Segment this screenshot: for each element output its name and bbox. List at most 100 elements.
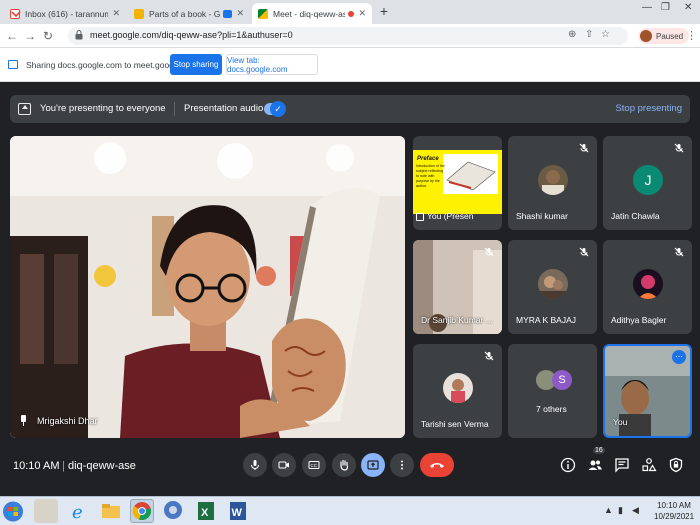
close-icon[interactable]: ✕: [358, 8, 366, 19]
camera-icon: [278, 461, 289, 469]
leave-call-button[interactable]: [420, 453, 454, 477]
present-now-button[interactable]: [361, 453, 385, 477]
word-icon[interactable]: W: [226, 499, 250, 523]
presenting-message: You're presenting to everyone: [40, 103, 166, 114]
minimize-icon[interactable]: —: [642, 2, 652, 13]
participant-name: Mrigakshi Dhar: [20, 415, 98, 426]
view-tab-button[interactable]: View tab: docs.google.com: [226, 54, 318, 75]
close-icon[interactable]: ✕: [112, 8, 120, 19]
clock-date: 10/29/2021: [654, 512, 695, 521]
tab-gmail[interactable]: Inbox (616) - tarannum@theind ✕: [4, 3, 126, 24]
meet-icon: [258, 8, 268, 19]
avatar: [633, 269, 663, 299]
tile-name: 7 others: [536, 404, 567, 414]
volume-icon[interactable]: ◀: [632, 505, 639, 516]
meeting-time: 10:10 AM: [13, 460, 60, 472]
gmail-icon: [10, 8, 21, 19]
raise-hand-button[interactable]: [332, 453, 356, 477]
present-icon: [416, 213, 424, 221]
avatar: [538, 269, 568, 299]
svg-text:e: e: [72, 502, 83, 523]
excel-icon[interactable]: X: [194, 499, 218, 523]
captions-icon: CC: [308, 461, 320, 469]
system-clock[interactable]: 10:10 AM 10/29/2021: [654, 500, 694, 522]
avatar: J: [633, 165, 663, 195]
tray-arrow-icon[interactable]: ▲: [604, 505, 613, 515]
participant-name-label: Mrigakshi Dhar: [37, 415, 98, 426]
browser-menu-icon[interactable]: ⋮: [686, 29, 697, 42]
people-icon[interactable]: [587, 457, 603, 473]
omnibox[interactable]: meet.google.com/diq-qeww-ase?pli=1&authu…: [68, 27, 628, 45]
presentation-audio-toggle[interactable]: ✓: [264, 101, 286, 117]
participant-tile-you-presentation[interactable]: Preface Introduction of the subject refl…: [413, 136, 502, 230]
tab-meet[interactable]: Meet - diq-qeww-ase ✕: [252, 3, 372, 24]
stop-presenting-button[interactable]: Stop presenting: [615, 103, 682, 114]
start-button-icon[interactable]: [0, 499, 26, 524]
reload-icon[interactable]: ↻: [41, 29, 55, 43]
screen-share-icon: [8, 60, 18, 69]
avatar: [443, 373, 473, 403]
participant-tile-myra-k-bajaj[interactable]: MYRA K BAJAJ: [508, 240, 597, 334]
chat-icon[interactable]: [614, 457, 630, 473]
star-icon[interactable]: ☆: [601, 29, 610, 40]
lock-icon: [75, 30, 83, 40]
zoom-icon[interactable]: ⊕: [568, 29, 576, 40]
participant-tile-adithya-bagler[interactable]: Adithya Bagler: [603, 240, 692, 334]
stop-sharing-button[interactable]: Stop sharing: [170, 54, 222, 75]
close-icon[interactable]: ✕: [236, 8, 244, 19]
main-video[interactable]: Mrigakshi Dhar: [10, 136, 405, 438]
windows-taskbar: e X W ▲ ▮ ◀ 10:10 AM 10/29/2021: [0, 496, 700, 525]
window-close-icon[interactable]: ✕: [684, 2, 692, 13]
svg-text:W: W: [232, 507, 243, 519]
info-icon[interactable]: [560, 457, 576, 473]
tile-name: Dr Sanjib Kumar ...: [421, 315, 493, 325]
file-explorer-icon[interactable]: [99, 499, 123, 523]
forward-icon[interactable]: →: [23, 29, 37, 43]
more-vertical-icon: [401, 460, 403, 470]
present-icon: [367, 460, 379, 470]
more-options-icon[interactable]: ⋯: [672, 350, 686, 364]
participant-tile-tarishi-sen-verma[interactable]: Tarishi sen Verma: [413, 344, 502, 438]
participant-tile-dr-sanjib-kumar[interactable]: Dr Sanjib Kumar ...: [413, 240, 502, 334]
share-icon[interactable]: ⇧: [585, 29, 593, 40]
participant-tile-others[interactable]: S 7 others: [508, 344, 597, 438]
microphone-button[interactable]: [243, 453, 267, 477]
meeting-control-bar: 10:10 AM | diq-qeww-ase CC 16: [0, 440, 700, 496]
new-tab-button[interactable]: +: [376, 4, 392, 20]
more-options-button[interactable]: [390, 453, 414, 477]
participant-tile-shashi-kumar[interactable]: Shashi kumar: [508, 136, 597, 230]
recording-dot-icon: [348, 10, 355, 17]
profile-button[interactable]: Paused: [638, 28, 690, 44]
tile-name: MYRA K BAJAJ: [516, 315, 576, 325]
present-icon: [18, 103, 31, 115]
host-controls-icon[interactable]: [668, 457, 684, 473]
tab-label: Parts of a book - Google Slid: [149, 8, 221, 19]
activities-icon[interactable]: [641, 457, 657, 473]
check-icon: ✓: [270, 101, 286, 117]
chrome-secondary-icon[interactable]: [162, 499, 186, 523]
hand-icon: [340, 459, 349, 471]
svg-text:CC: CC: [311, 463, 318, 468]
tile-name: Adithya Bagler: [611, 315, 667, 325]
chrome-taskbar-icon[interactable]: [130, 499, 154, 523]
avatar: S: [552, 370, 572, 390]
participant-tile-you[interactable]: ⋯ You: [603, 344, 692, 438]
slide-body: Introduction of the subject reflecting t…: [416, 164, 445, 188]
address-bar: ← → ↻ meet.google.com/diq-qeww-ase?pli=1…: [0, 24, 700, 48]
sharing-bar: Sharing docs.google.com to meet.google.c…: [0, 48, 700, 82]
tab-slides[interactable]: Parts of a book - Google Slid ✕: [128, 3, 250, 24]
network-icon[interactable]: ▮: [618, 505, 623, 516]
taskbar-media-icon[interactable]: [34, 499, 58, 523]
participant-count-badge: 16: [593, 447, 605, 454]
tab-label: Meet - diq-qeww-ase: [273, 8, 346, 19]
internet-explorer-icon[interactable]: e: [67, 499, 91, 523]
browser-tab-strip: Inbox (616) - tarannum@theind ✕ Parts of…: [0, 0, 700, 24]
restore-icon[interactable]: ❐: [661, 2, 670, 13]
camera-button[interactable]: [272, 453, 296, 477]
captions-button[interactable]: CC: [302, 453, 326, 477]
url-text: meet.google.com/diq-qeww-ase?pli=1&authu…: [90, 30, 293, 40]
back-icon[interactable]: ←: [5, 29, 19, 43]
pin-icon[interactable]: [20, 415, 27, 426]
slide-title: Preface: [417, 156, 439, 162]
participant-tile-jatin-chawla[interactable]: J Jatin Chawla: [603, 136, 692, 230]
